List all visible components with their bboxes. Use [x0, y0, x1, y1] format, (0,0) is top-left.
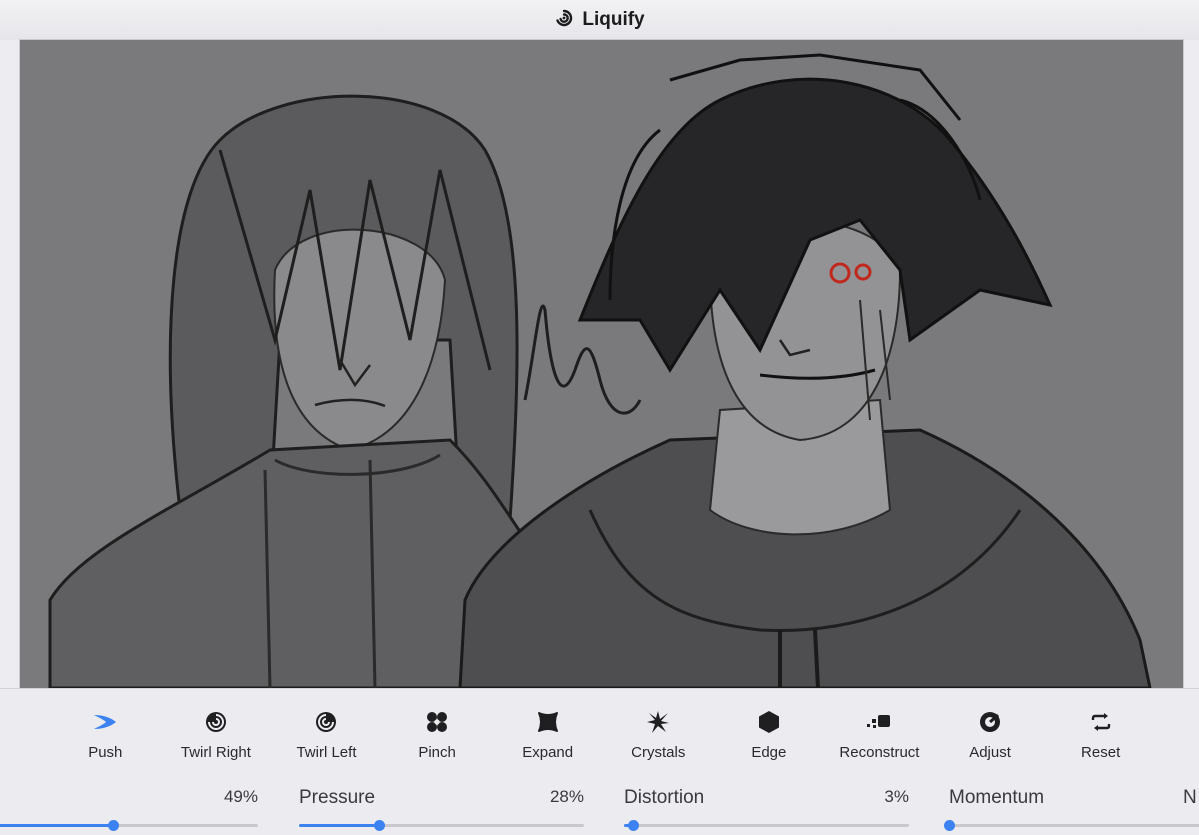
- slider-track[interactable]: [944, 820, 1199, 831]
- tool-label: Reconstruct: [839, 744, 920, 761]
- slider-knob[interactable]: [944, 820, 955, 831]
- slider-fill: [299, 824, 379, 827]
- tool-label: Adjust: [969, 744, 1011, 761]
- artwork[interactable]: [20, 40, 1183, 688]
- slider-label: Pressure: [299, 787, 376, 808]
- slider-track[interactable]: [624, 820, 909, 831]
- reconstruct-icon: [866, 709, 892, 735]
- twirl-left-icon: [313, 709, 339, 735]
- expand-icon: [535, 709, 561, 735]
- tool-label: Reset: [1081, 744, 1121, 761]
- slider-knob[interactable]: [627, 820, 639, 831]
- title-bar: Liquify: [0, 0, 1199, 40]
- liquify-swirl-icon: [554, 8, 574, 33]
- tool-reset[interactable]: Reset: [1045, 709, 1156, 761]
- offscreen-label: N: [1183, 787, 1197, 808]
- tool-twirl-left[interactable]: Twirl Left: [271, 709, 382, 761]
- tool-label: Twirl Left: [296, 744, 357, 761]
- reset-icon: [1088, 709, 1114, 735]
- slider-value: 49%: [223, 787, 258, 806]
- twirl-right-icon: [203, 709, 229, 735]
- tool-label: Expand: [522, 744, 574, 761]
- slider-value: 3%: [884, 787, 909, 806]
- tool-list: Push Twirl Right Twirl Left Pinch Expand…: [50, 709, 1156, 761]
- tool-push[interactable]: Push: [50, 709, 161, 761]
- tool-expand[interactable]: Expand: [492, 709, 603, 761]
- tool-reconstruct[interactable]: Reconstruct: [824, 709, 935, 761]
- tool-label: Push: [88, 744, 123, 761]
- window-title: Liquify: [582, 9, 645, 30]
- crystals-icon: [645, 709, 671, 735]
- liquify-toolbar: Push Twirl Right Twirl Left Pinch Expand…: [0, 688, 1199, 835]
- slider-value: 28%: [549, 787, 584, 806]
- right-gutter: [1183, 40, 1199, 688]
- tool-label: Edge: [751, 744, 787, 761]
- tool-twirl-right[interactable]: Twirl Right: [161, 709, 272, 761]
- slider-knob[interactable]: [107, 820, 119, 831]
- push-icon: [92, 709, 118, 735]
- tool-label: Twirl Right: [180, 744, 251, 761]
- slider-track[interactable]: [299, 820, 584, 831]
- pinch-icon: [424, 709, 450, 735]
- tool-label: Crystals: [631, 744, 686, 761]
- slider-label: Momentum: [949, 787, 1045, 808]
- adjust-icon: [977, 709, 1003, 735]
- left-gutter: [0, 40, 20, 688]
- momentum-slider[interactable]: Momentum: [944, 787, 1199, 831]
- distortion-slider[interactable]: Distortion 3%: [624, 787, 909, 831]
- slider-label: Distortion: [624, 787, 705, 808]
- tool-adjust[interactable]: Adjust: [935, 709, 1046, 761]
- size-slider[interactable]: e 49%: [0, 787, 258, 831]
- tool-pinch[interactable]: Pinch: [382, 709, 493, 761]
- tool-crystals[interactable]: Crystals: [603, 709, 714, 761]
- tool-edge[interactable]: Edge: [714, 709, 825, 761]
- pressure-slider[interactable]: Pressure 28%: [299, 787, 584, 831]
- drawing-canvas[interactable]: [20, 40, 1183, 688]
- slider-knob[interactable]: [373, 820, 385, 831]
- tool-label: Pinch: [418, 744, 456, 761]
- slider-fill: [0, 824, 113, 827]
- slider-track[interactable]: [0, 820, 258, 831]
- edge-icon: [756, 709, 782, 735]
